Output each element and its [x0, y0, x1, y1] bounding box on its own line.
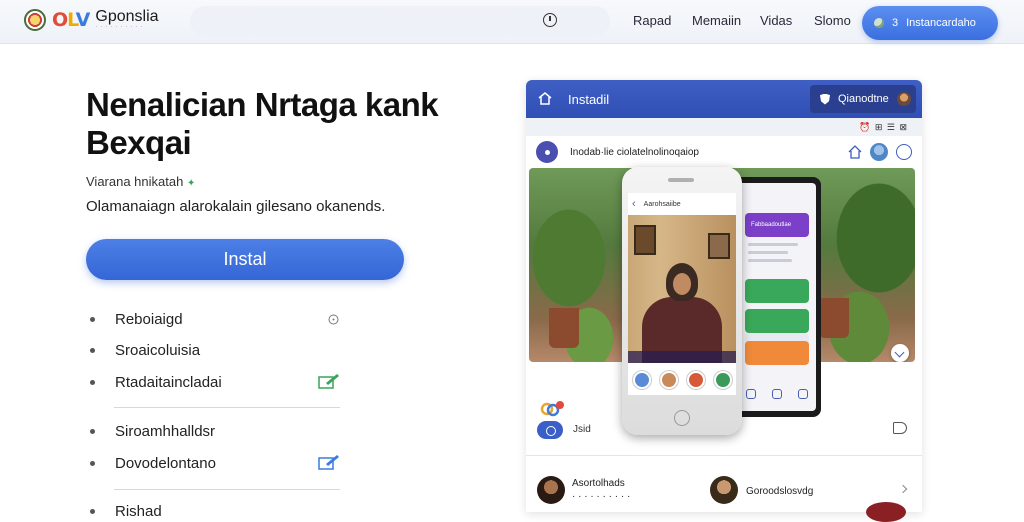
- bullet-icon: [90, 317, 95, 322]
- app-bar: [745, 341, 809, 365]
- plant-pot: [549, 308, 579, 348]
- shield-icon: [820, 93, 830, 105]
- hero-description: Olamanaiagn alarokalain gilesano okanend…: [86, 198, 386, 215]
- app-bar: [745, 309, 809, 333]
- wall-frame: [708, 233, 730, 259]
- divider: [114, 489, 340, 490]
- divider: [526, 455, 922, 456]
- card-title: Instadil: [568, 92, 610, 107]
- logo-letters: OLV: [52, 9, 90, 31]
- logo-name: Gponslia: [95, 8, 159, 25]
- cta-label: Instancardaho: [906, 17, 976, 29]
- avatar[interactable]: [659, 371, 678, 389]
- bullet-icon: [90, 461, 95, 466]
- bullet-icon: [90, 348, 95, 353]
- avatar[interactable]: [710, 476, 738, 504]
- fruit-image: [866, 502, 906, 522]
- avatar[interactable]: [713, 371, 732, 389]
- profile-chip[interactable]: Qianodtne: [810, 85, 916, 113]
- home-icon[interactable]: [538, 92, 552, 105]
- card-toolbar[interactable]: ⏰ ⊞ ☰ ⊠: [526, 118, 922, 136]
- logo-emblem-icon: [24, 9, 46, 31]
- feature-item: Dovodelontano: [90, 455, 216, 472]
- home-button[interactable]: [674, 410, 690, 426]
- post-header: Inodab·lie ciolatelnolinoqaiop: [536, 140, 916, 164]
- site-logo[interactable]: OLV Gponslia · · · · · · · · · ·: [24, 9, 159, 31]
- feature-item: Siroamhhalldsr: [90, 423, 215, 440]
- clock-icon[interactable]: [543, 13, 557, 27]
- expand-icon[interactable]: [891, 344, 909, 362]
- nav-link-rapad[interactable]: Rapad: [633, 13, 671, 28]
- hero-subtitle: Viarana hnikatah ✦: [86, 174, 196, 189]
- avatar: [896, 92, 911, 106]
- home-outline-icon[interactable]: [848, 145, 862, 159]
- like-button[interactable]: [537, 421, 563, 439]
- comment-text: Asortolhads · · · · · · · · · ·: [572, 478, 631, 502]
- video-controls[interactable]: [628, 351, 736, 363]
- divider: [114, 407, 340, 408]
- edit-icon[interactable]: [318, 373, 340, 389]
- nav-link-vidas[interactable]: Vidas: [760, 13, 792, 28]
- feature-item: Reboiaigd: [90, 311, 183, 328]
- back-arrow-icon[interactable]: ‹: [632, 198, 636, 210]
- post-avatar[interactable]: [536, 141, 558, 163]
- sparkle-icon: ✦: [186, 178, 196, 189]
- feature-item: Rtadaitaincladai: [90, 374, 222, 391]
- settings-icon[interactable]: [896, 144, 912, 160]
- nav-icon[interactable]: [798, 389, 808, 399]
- comment-text: Goroodslosvdg: [746, 486, 814, 497]
- avatar[interactable]: [870, 143, 888, 161]
- page-headline: Nenalician Nrtaga kank Bexqai: [86, 86, 439, 161]
- reaction-icon[interactable]: [540, 400, 564, 418]
- comment-icon[interactable]: [893, 422, 907, 434]
- avatar[interactable]: [686, 371, 705, 389]
- cta-dot-icon: [874, 18, 884, 28]
- video-player[interactable]: [628, 215, 736, 363]
- info-icon[interactable]: [328, 314, 339, 325]
- phone-speaker: [668, 178, 694, 182]
- wall-frame: [634, 225, 656, 255]
- post-author: Inodab·lie ciolatelnolinoqaiop: [570, 146, 699, 158]
- header-install-button[interactable]: 3 Instancardaho: [862, 6, 998, 40]
- nav-icon[interactable]: [746, 389, 756, 399]
- reaction-count: Jsid: [573, 424, 591, 435]
- nav-link-slomo[interactable]: Slomo: [814, 13, 851, 28]
- avatar[interactable]: [632, 371, 651, 389]
- phone-mockup-back: Fabbaadoutlae: [733, 177, 821, 417]
- edit-icon[interactable]: [318, 454, 340, 470]
- video-title: Aarohsaiibe: [643, 200, 681, 208]
- phone-mockup-front: ‹ Aarohsaiibe: [622, 167, 742, 435]
- card-header: Instadil Qianodtne: [526, 80, 922, 118]
- install-button[interactable]: Instal: [86, 239, 404, 280]
- app-bar: Fabbaadoutlae: [745, 213, 809, 237]
- plant-pot: [819, 298, 849, 338]
- avatar[interactable]: [537, 476, 565, 504]
- nav-link-memaiin[interactable]: Memaiin: [692, 13, 741, 28]
- nav-icon[interactable]: [772, 389, 782, 399]
- bullet-icon: [90, 380, 95, 385]
- bullet-icon: [90, 429, 95, 434]
- top-navigation-bar: OLV Gponslia · · · · · · · · · · Rapad M…: [0, 0, 1024, 44]
- feature-item: Sroaicoluisia: [90, 342, 200, 359]
- app-bar: [745, 279, 809, 303]
